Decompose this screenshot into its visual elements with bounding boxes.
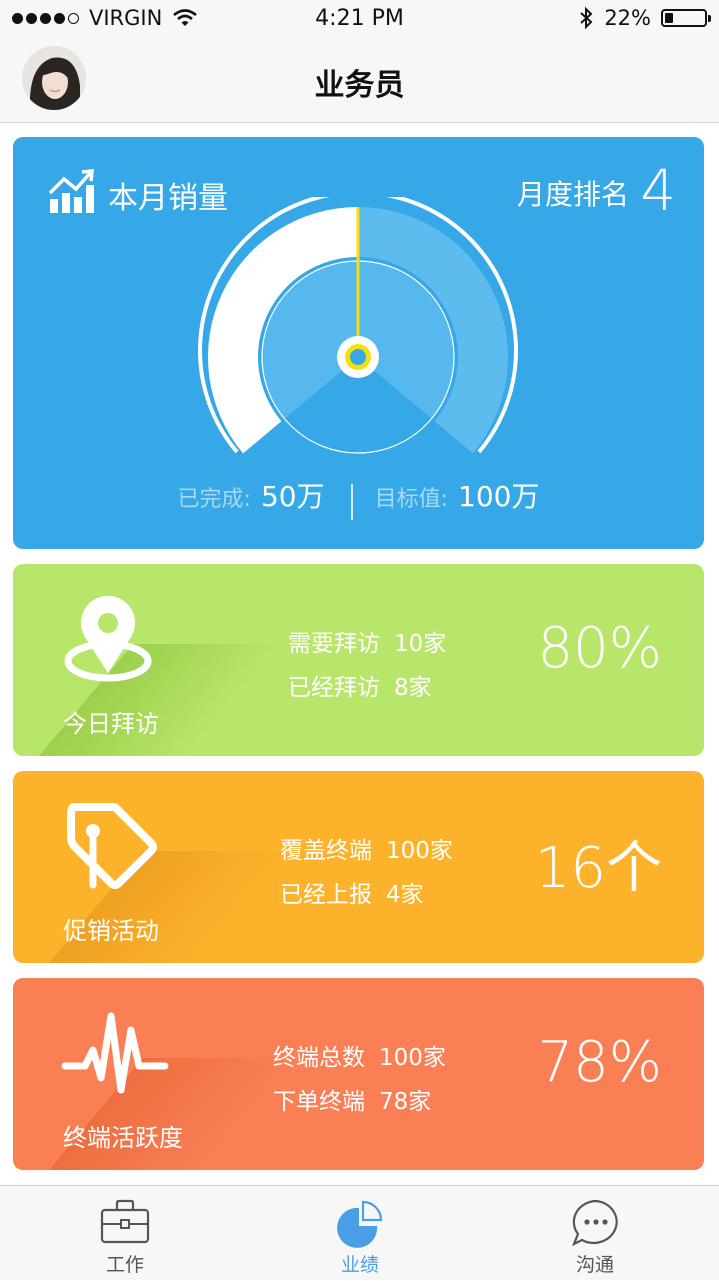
tab-communication[interactable]: 沟通: [515, 1186, 675, 1281]
stats-divider: [350, 483, 353, 520]
activity-line1-value: 100家: [379, 1045, 446, 1071]
activity-rate: 78%: [537, 1030, 662, 1095]
activity-line2-label: 下单终端: [273, 1089, 365, 1115]
tab-work-label: 工作: [105, 1254, 144, 1276]
nav-bar: 业务员: [0, 40, 719, 123]
status-bar: VIRGIN 4:21 PM 22%: [0, 0, 719, 40]
rank-value: 4: [640, 159, 676, 224]
promotion-card[interactable]: 促销活动 覆盖终端 100家 已经上报 4家 16个: [13, 771, 704, 963]
activity-title: 终端活跃度: [63, 1124, 183, 1152]
monthly-sales-card[interactable]: 本月销量 月度排名 4 已完成: 50万 目标值: 100万: [13, 137, 704, 549]
activity-line2-value: 78家: [379, 1089, 432, 1115]
visit-line1-label: 需要拜访: [288, 631, 380, 657]
pulse-wave-icon: [61, 1012, 169, 1094]
visit-title: 今日拜访: [63, 710, 159, 738]
tab-bar: 工作 业绩 沟通: [0, 1185, 719, 1280]
activity-line1-label: 终端总数: [273, 1045, 365, 1071]
tab-performance-label: 业绩: [340, 1254, 379, 1276]
promo-details: 覆盖终端 100家 已经上报 4家: [280, 829, 453, 917]
promo-line1-label: 覆盖终端: [280, 838, 372, 864]
tab-work[interactable]: 工作: [45, 1186, 205, 1281]
visit-line2-label: 已经拜访: [288, 675, 380, 701]
bluetooth-icon: [580, 6, 593, 30]
promo-line1-value: 100家: [386, 838, 453, 864]
sales-stats: 已完成: 50万 目标值: 100万: [13, 475, 704, 520]
pie-chart-icon: [337, 1200, 383, 1248]
daily-visit-card[interactable]: 今日拜访 需要拜访 10家 已经拜访 8家 80%: [13, 564, 704, 756]
target-value: 100万: [458, 480, 540, 513]
rank-label: 月度排名: [516, 178, 629, 211]
visit-line1-value: 10家: [394, 631, 447, 657]
visit-rate: 80%: [537, 616, 662, 681]
promo-count: 16个: [534, 836, 662, 901]
chat-bubble-icon: [571, 1199, 618, 1247]
visit-line2-value: 8家: [394, 675, 432, 701]
price-tag-icon: [67, 803, 157, 889]
promo-title: 促销活动: [63, 917, 159, 945]
visit-details: 需要拜访 10家 已经拜访 8家: [288, 622, 446, 710]
battery-icon: [661, 9, 711, 27]
bar-chart-trend-icon: [48, 169, 94, 213]
briefcase-icon: [100, 1199, 150, 1244]
page-title: 业务员: [314, 68, 405, 103]
tab-communication-label: 沟通: [575, 1254, 614, 1276]
target-label: 目标值:: [374, 487, 449, 512]
location-pin-icon: [64, 595, 152, 682]
sales-gauge: [198, 197, 518, 467]
battery-percent: 22%: [604, 6, 651, 30]
tab-performance[interactable]: 业绩: [280, 1186, 440, 1281]
completed-label: 已完成:: [177, 487, 251, 512]
terminal-activity-card[interactable]: 终端活跃度 终端总数 100家 下单终端 78家 78%: [13, 978, 704, 1170]
completed-value: 50万: [260, 480, 325, 513]
promo-line2-label: 已经上报: [280, 882, 372, 908]
activity-details: 终端总数 100家 下单终端 78家: [273, 1036, 446, 1124]
promo-line2-value: 4家: [386, 882, 424, 908]
